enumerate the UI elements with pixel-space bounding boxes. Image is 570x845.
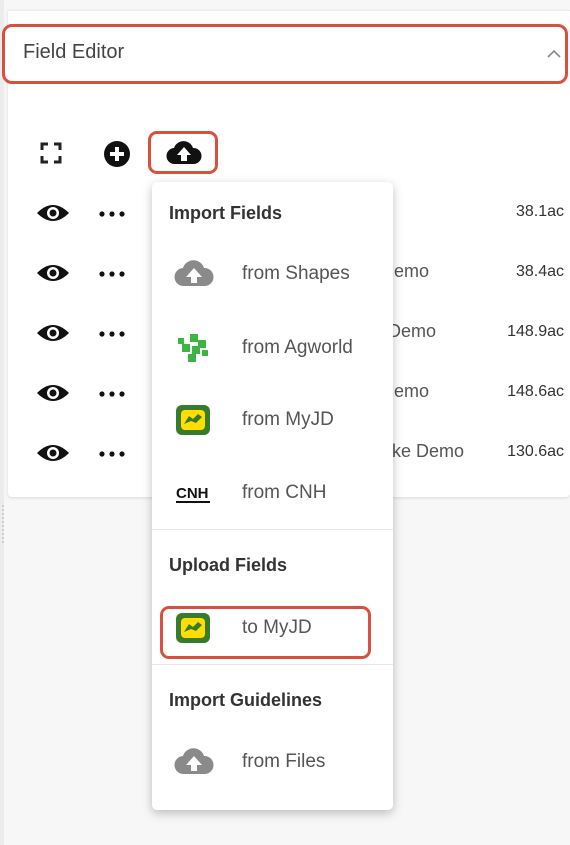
field-name: ke Demo — [392, 441, 465, 461]
cloud-upload-icon — [166, 141, 202, 165]
cloud-upload-icon — [174, 748, 214, 775]
more-options-icon[interactable] — [98, 271, 126, 277]
eye-icon[interactable] — [35, 441, 71, 465]
field-editor-header[interactable]: Field Editor — [2, 24, 568, 84]
eye-icon[interactable] — [35, 201, 71, 225]
menu-divider — [152, 529, 393, 530]
import-fields-heading: Import Fields — [169, 203, 283, 223]
field-area: 148.9ac — [507, 323, 564, 340]
upload-button[interactable] — [148, 131, 218, 174]
field-name: emo — [394, 261, 430, 281]
more-options-icon[interactable] — [98, 331, 126, 337]
field-area: 38.1ac — [515, 203, 564, 220]
john-deere-logo-icon — [176, 405, 216, 437]
menu-item-label: from Files — [242, 751, 326, 772]
chevron-up-icon[interactable] — [547, 47, 561, 61]
add-circle-icon[interactable] — [103, 140, 131, 168]
left-panel-edge — [0, 0, 4, 845]
menu-item-label: from CNH — [242, 482, 327, 503]
to-myjd-highlight — [160, 606, 371, 659]
page-title: Field Editor — [23, 41, 125, 63]
field-area: 38.4ac — [515, 263, 564, 280]
expand-icon[interactable] — [40, 142, 62, 164]
import-guidelines-heading: Import Guidelines — [169, 690, 323, 710]
cnh-logo-icon: CNH — [176, 485, 210, 503]
menu-item-from-cnh[interactable]: CNH from CNH — [152, 463, 393, 523]
resize-handle[interactable] — [2, 505, 4, 543]
more-options-icon[interactable] — [98, 451, 126, 457]
field-name: emo — [394, 381, 430, 401]
import-dropdown-menu: Import Fields from Shapes from Agworld f… — [152, 182, 393, 810]
menu-item-from-agworld[interactable]: from Agworld — [152, 318, 393, 378]
svg-text:CNH: CNH — [176, 485, 209, 502]
cloud-upload-icon — [174, 260, 214, 287]
eye-icon[interactable] — [35, 381, 71, 405]
menu-item-from-shapes[interactable]: from Shapes — [152, 244, 393, 304]
more-options-icon[interactable] — [98, 391, 126, 397]
field-area: 148.6ac — [507, 383, 564, 400]
menu-item-from-myjd[interactable]: from MyJD — [152, 390, 393, 450]
eye-icon[interactable] — [35, 321, 71, 345]
eye-icon[interactable] — [35, 261, 71, 285]
menu-item-label: from MyJD — [242, 409, 334, 430]
upload-fields-heading: Upload Fields — [169, 555, 288, 575]
menu-item-from-files[interactable]: from Files — [152, 732, 393, 792]
menu-item-label: from Shapes — [242, 263, 350, 284]
field-area: 130.6ac — [507, 443, 564, 460]
more-options-icon[interactable] — [98, 211, 126, 217]
menu-divider — [152, 664, 393, 665]
agworld-logo-icon — [178, 334, 208, 362]
menu-item-label: from Agworld — [242, 337, 353, 358]
field-name: Demo — [388, 321, 437, 341]
